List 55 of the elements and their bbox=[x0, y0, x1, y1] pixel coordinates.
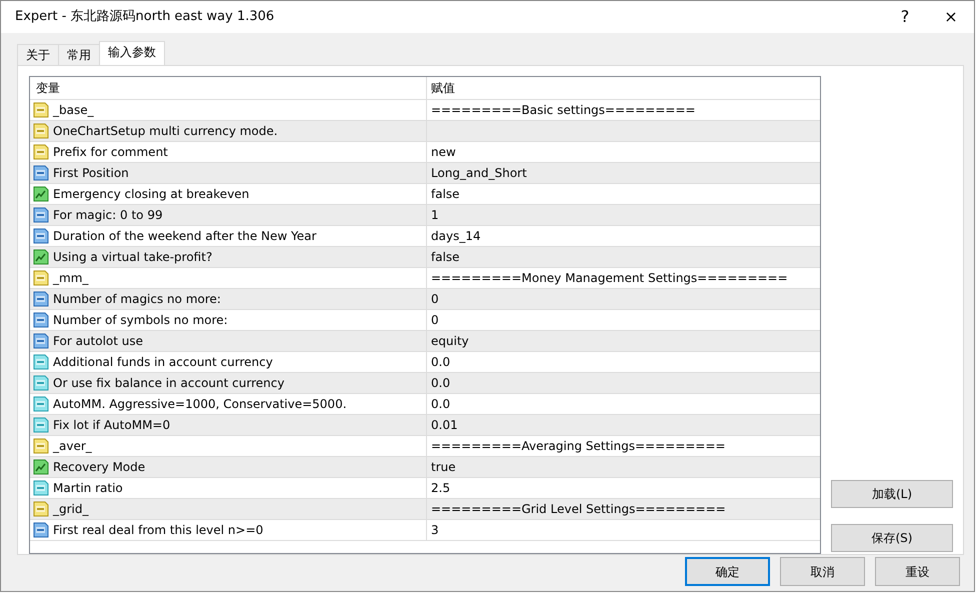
parameter-name[interactable]: Or use fix balance in account currency bbox=[53, 374, 284, 392]
parameter-value[interactable]: Long_and_Short bbox=[427, 164, 820, 182]
cancel-button[interactable]: 取消 bbox=[780, 557, 865, 586]
parameter-name[interactable]: _grid_ bbox=[53, 500, 89, 518]
help-button[interactable]: ? bbox=[882, 2, 928, 32]
parameter-name[interactable]: AutoMM. Aggressive=1000, Conservative=5000. bbox=[53, 395, 347, 413]
chart-type-icon bbox=[33, 186, 49, 202]
chart-type-icon bbox=[33, 249, 49, 265]
parameter-name[interactable]: Emergency closing at breakeven bbox=[53, 185, 250, 203]
parameter-value[interactable]: 0.0 bbox=[427, 395, 820, 413]
parameter-name[interactable]: Using a virtual take-profit? bbox=[53, 248, 212, 266]
parameter-value[interactable]: 2.5 bbox=[427, 479, 820, 497]
column-header[interactable]: 赋值 bbox=[427, 79, 820, 97]
parameter-value[interactable]: days_14 bbox=[427, 227, 820, 245]
parameter-value[interactable]: equity bbox=[427, 332, 820, 350]
parameter-value[interactable]: 0.0 bbox=[427, 353, 820, 371]
ok-button[interactable]: 确定 bbox=[685, 557, 770, 586]
parameter-value[interactable]: =========Averaging Settings========= bbox=[427, 437, 820, 455]
parameter-value[interactable]: true bbox=[427, 458, 820, 476]
parameter-name[interactable]: _mm_ bbox=[53, 269, 88, 287]
parameter-name[interactable]: For autolot use bbox=[53, 332, 144, 350]
parameter-name[interactable]: Martin ratio bbox=[53, 479, 123, 497]
parameter-value[interactable]: 0 bbox=[427, 290, 820, 308]
parameter-name[interactable]: _base_ bbox=[53, 101, 94, 119]
parameter-name[interactable]: First real deal from this level n>=0 bbox=[53, 521, 264, 539]
parameter-name[interactable]: Number of magics no more: bbox=[53, 290, 221, 308]
parameter-name[interactable]: First Position bbox=[53, 164, 129, 182]
parameter-value[interactable]: false bbox=[427, 185, 820, 203]
parameter-name[interactable]: Additional funds in account currency bbox=[53, 353, 273, 371]
parameter-value[interactable]: new bbox=[427, 143, 820, 161]
parameter-value[interactable]: =========Money Management Settings========= bbox=[427, 269, 820, 287]
tab[interactable]: 关于 bbox=[17, 44, 59, 65]
parameter-value[interactable]: false bbox=[427, 248, 820, 266]
parameter-value[interactable]: 3 bbox=[427, 521, 820, 539]
parameter-name[interactable]: For magic: 0 to 99 bbox=[53, 206, 163, 224]
window-title: Expert - 东北路源码north east way 1.306 bbox=[15, 8, 276, 26]
column-header[interactable]: 变量 bbox=[30, 77, 427, 99]
parameter-name[interactable]: Fix lot if AutoMM=0 bbox=[53, 416, 170, 434]
parameter-value[interactable]: 1 bbox=[427, 206, 820, 224]
parameter-value[interactable]: =========Basic settings========= bbox=[427, 101, 820, 119]
parameter-value[interactable]: =========Grid Level Settings========= bbox=[427, 500, 820, 518]
parameter-name[interactable]: _aver_ bbox=[53, 437, 92, 455]
close-button[interactable]: × bbox=[928, 2, 974, 32]
parameter-name[interactable]: Duration of the weekend after the New Year bbox=[53, 227, 316, 245]
tab[interactable]: 输入参数 bbox=[99, 41, 165, 65]
parameter-value[interactable]: 0 bbox=[427, 311, 820, 329]
parameter-value[interactable]: 0.01 bbox=[427, 416, 820, 434]
parameter-name[interactable]: Number of symbols no more: bbox=[53, 311, 228, 329]
parameter-value[interactable]: 0.0 bbox=[427, 374, 820, 392]
save-button[interactable]: 保存(S) bbox=[831, 524, 953, 552]
parameter-name[interactable]: Prefix for comment bbox=[53, 143, 168, 161]
load-button[interactable]: 加载(L) bbox=[831, 480, 953, 508]
chart-type-icon bbox=[33, 459, 49, 475]
reset-button[interactable]: 重设 bbox=[875, 557, 960, 586]
parameter-name[interactable]: Recovery Mode bbox=[53, 458, 146, 476]
